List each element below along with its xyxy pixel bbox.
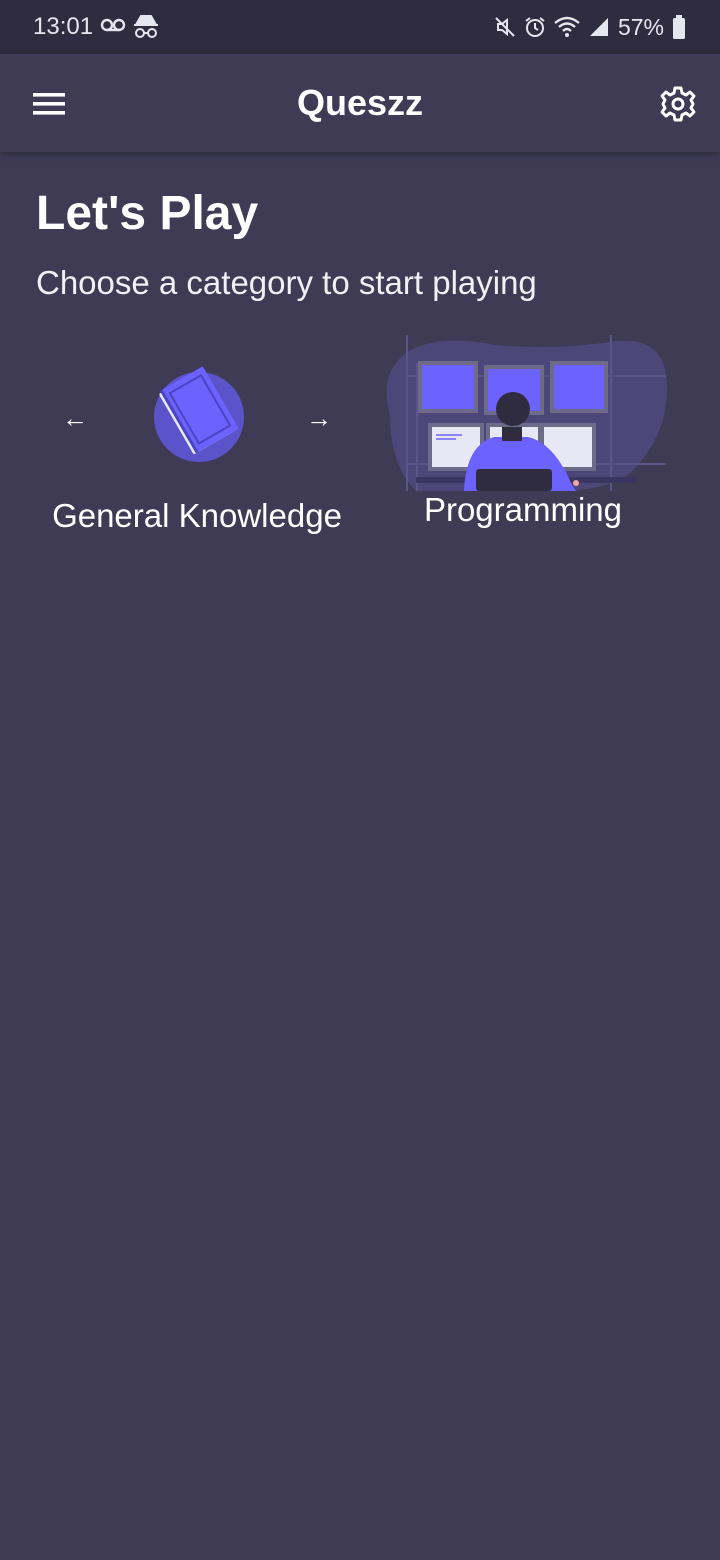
status-time: 13:01 [33,13,94,40]
category-card-general-knowledge[interactable]: ← → General Knowledge [40,335,354,545]
menu-icon [33,93,65,115]
mute-icon [495,17,515,37]
battery-icon [673,15,685,39]
settings-button[interactable] [655,81,701,127]
status-right-icons: 57% [494,12,686,42]
category-label: General Knowledge [52,497,342,534]
programmer-illustration-icon [386,335,667,492]
battery-percentage: 57% [617,13,664,40]
menu-button[interactable] [26,81,72,127]
signal-icon [589,18,608,36]
page-subheading: Choose a category to start playing [36,264,537,301]
voicemail-icon [100,18,126,32]
arrow-right-icon[interactable]: → [306,403,332,434]
gear-icon [660,86,696,122]
incognito-icon [134,15,158,38]
arrow-left-icon[interactable]: ← [62,403,88,434]
status-bar: 13:01 57% [0,0,720,54]
status-left-icons [100,14,162,45]
page-heading: Let's Play [36,187,259,240]
wifi-icon [554,16,580,37]
category-card-programming[interactable]: Programming [376,335,670,545]
category-label: Programming [423,491,623,528]
app-bar: Queszz [0,54,720,152]
alarm-icon [525,17,545,37]
book-icon [154,366,244,462]
app-title: Queszz [296,82,424,123]
